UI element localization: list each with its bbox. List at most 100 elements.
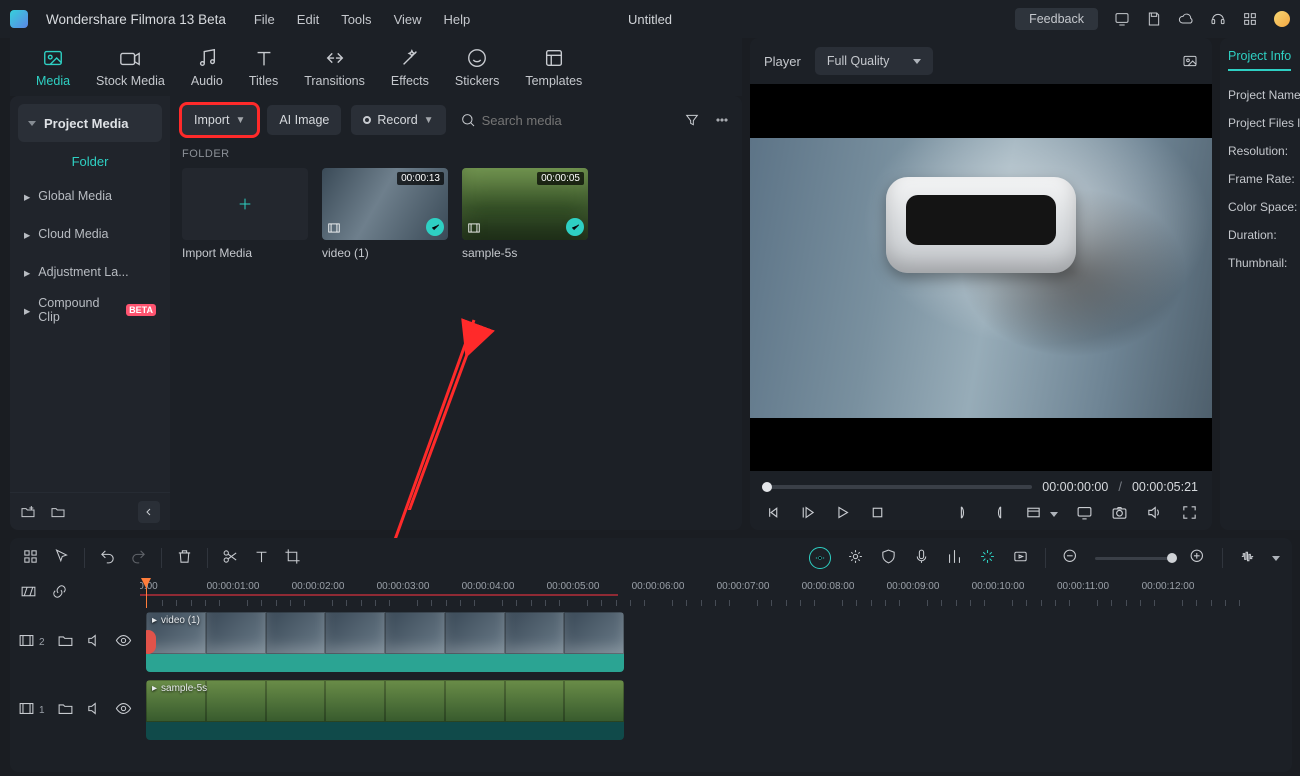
ruler-tick: 00:00:09:00 — [887, 581, 940, 592]
time-separator: / — [1118, 479, 1122, 494]
timeline-clip[interactable]: ▸sample-5s — [146, 680, 624, 740]
eye-icon[interactable] — [115, 632, 132, 652]
info-row: Project Files l — [1228, 109, 1300, 137]
menu-file[interactable]: File — [254, 12, 275, 27]
apps-icon[interactable] — [1242, 11, 1258, 27]
save-icon[interactable] — [1146, 11, 1162, 27]
quality-select[interactable]: Full Quality — [815, 47, 934, 75]
project-info-tab[interactable]: Project Info — [1228, 49, 1291, 71]
zoom-slider[interactable] — [1095, 557, 1173, 560]
sidebar-item-adjustment[interactable]: ▸ Adjustment La... — [10, 253, 170, 291]
import-media-tile[interactable]: Import Media — [182, 168, 308, 260]
sidebar-folder-label[interactable]: Folder — [10, 142, 170, 177]
film-icon[interactable] — [18, 700, 35, 720]
folder-small-icon[interactable] — [57, 632, 74, 652]
zoom-out-icon[interactable] — [1062, 548, 1079, 568]
equalizer-icon[interactable] — [946, 548, 963, 568]
eye-icon[interactable] — [115, 700, 132, 720]
mark-in-icon[interactable] — [955, 504, 972, 524]
mute-icon[interactable] — [86, 700, 103, 720]
menu-tools[interactable]: Tools — [341, 12, 371, 27]
clip-label: video (1) — [161, 615, 200, 626]
chevron-down-icon[interactable] — [1272, 556, 1280, 561]
import-button[interactable]: Import▼ — [182, 105, 257, 135]
tab-templates-label: Templates — [525, 74, 582, 88]
track-row: 2 ▸video (1) — [10, 608, 1292, 676]
tab-transitions[interactable]: Transitions — [304, 46, 365, 88]
sidebar-item-cloud[interactable]: ▸ Cloud Media — [10, 215, 170, 253]
zoom-in-icon[interactable] — [1189, 548, 1206, 568]
display-icon[interactable] — [1076, 504, 1093, 524]
avatar[interactable] — [1274, 11, 1290, 27]
render-icon[interactable] — [1012, 548, 1029, 568]
record-button[interactable]: Record▼ — [351, 105, 445, 135]
preview-scrubber[interactable] — [764, 485, 1032, 489]
filter-icon[interactable] — [684, 112, 700, 128]
shield-icon[interactable] — [880, 548, 897, 568]
feedback-button[interactable]: Feedback — [1015, 8, 1098, 30]
prev-frame-icon[interactable] — [764, 504, 781, 524]
new-folder-icon[interactable] — [20, 504, 36, 520]
template-icon — [542, 46, 566, 70]
mute-icon[interactable] — [86, 632, 103, 652]
split-icon[interactable] — [222, 548, 239, 568]
link-icon[interactable] — [51, 583, 68, 603]
clip-trim-handle[interactable] — [146, 630, 156, 654]
more-icon[interactable] — [714, 112, 730, 128]
media-thumb-video1[interactable]: 00:00:13 video (1) — [322, 168, 448, 260]
sidebar-item-compound[interactable]: ▸ Compound Clip BETA — [10, 291, 170, 329]
tab-stock[interactable]: Stock Media — [96, 46, 165, 88]
play-from-start-icon[interactable] — [799, 504, 816, 524]
delete-icon[interactable] — [176, 548, 193, 568]
ratio-icon[interactable] — [1025, 504, 1042, 524]
menu-help[interactable]: Help — [444, 12, 471, 27]
cloud-icon[interactable] — [1178, 11, 1194, 27]
magic-cut-icon[interactable] — [979, 548, 996, 568]
camera-snapshot-icon[interactable] — [1111, 504, 1128, 524]
cursor-icon[interactable] — [53, 548, 70, 568]
tab-audio[interactable]: Audio — [191, 46, 223, 88]
menu-edit[interactable]: Edit — [297, 12, 319, 27]
preview-viewport[interactable] — [750, 84, 1212, 471]
grid-icon[interactable] — [22, 548, 39, 568]
crop-icon[interactable] — [284, 548, 301, 568]
menu-view[interactable]: View — [394, 12, 422, 27]
folder-icon[interactable] — [50, 504, 66, 520]
chevron-down-icon[interactable] — [1050, 512, 1058, 517]
stop-icon[interactable] — [869, 504, 886, 524]
thumb-duration: 00:00:13 — [397, 172, 444, 185]
monitor-icon[interactable] — [1114, 11, 1130, 27]
search-input[interactable] — [482, 113, 642, 128]
snapshot-icon[interactable] — [1182, 53, 1198, 69]
tab-media[interactable]: Media — [36, 46, 70, 88]
mic-icon[interactable] — [913, 548, 930, 568]
tab-effects[interactable]: Effects — [391, 46, 429, 88]
tab-stickers[interactable]: Stickers — [455, 46, 499, 88]
ai-image-button[interactable]: AI Image — [267, 105, 341, 135]
app-name: Wondershare Filmora 13 Beta — [46, 12, 226, 27]
sparkle-icon[interactable] — [847, 548, 864, 568]
tab-titles[interactable]: Titles — [249, 46, 278, 88]
ruler-snap-icon[interactable] — [20, 583, 37, 603]
sidebar-item-global[interactable]: ▸ Global Media — [10, 177, 170, 215]
ai-tool-icon[interactable] — [809, 547, 831, 569]
volume-icon[interactable] — [1146, 504, 1163, 524]
fullscreen-icon[interactable] — [1181, 504, 1198, 524]
undo-icon[interactable] — [99, 548, 116, 568]
timeline-panel: 0:0000:00:01:0000:00:02:0000:00:03:0000:… — [10, 538, 1292, 772]
film-icon[interactable] — [18, 632, 35, 652]
media-thumb-sample5s[interactable]: 00:00:05 sample-5s — [462, 168, 588, 260]
redo-icon[interactable] — [130, 548, 147, 568]
headset-icon[interactable] — [1210, 11, 1226, 27]
sidebar-header[interactable]: Project Media — [18, 104, 162, 142]
waveform-view-icon[interactable] — [1239, 548, 1256, 568]
folder-small-icon[interactable] — [57, 700, 74, 720]
play-icon[interactable] — [834, 504, 851, 524]
text-tool-icon[interactable] — [253, 548, 270, 568]
timeline-clip[interactable]: ▸video (1) — [146, 612, 624, 672]
collapse-sidebar-icon[interactable] — [138, 501, 160, 523]
timeline-ruler[interactable]: 0:0000:00:01:0000:00:02:0000:00:03:0000:… — [10, 578, 1292, 608]
mark-out-icon[interactable] — [990, 504, 1007, 524]
tab-templates[interactable]: Templates — [525, 46, 582, 88]
preview-total-time: 00:00:05:21 — [1132, 480, 1198, 494]
